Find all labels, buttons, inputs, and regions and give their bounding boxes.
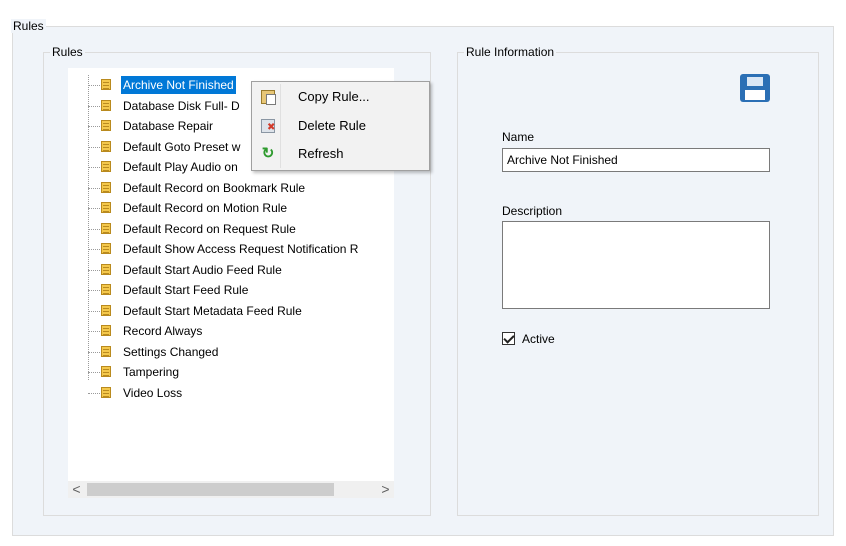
tree-item-label[interactable]: Database Disk Full- D — [121, 96, 242, 116]
tree-item-label[interactable]: Default Goto Preset w — [121, 137, 242, 157]
rule-icon — [101, 181, 111, 193]
rule-icon — [101, 325, 111, 336]
tree-item-label[interactable]: Default Record on Request Rule — [121, 219, 298, 239]
tree-connector — [88, 249, 100, 250]
tree-item-label[interactable]: Settings Changed — [121, 342, 220, 362]
context-menu-label: Refresh — [298, 146, 344, 161]
tree-connector — [88, 331, 100, 332]
rule-icon — [101, 161, 111, 172]
context-menu-refresh[interactable]: ↻ Refresh — [254, 140, 427, 168]
horizontal-scrollbar[interactable]: < > — [68, 481, 394, 498]
description-label: Description — [502, 204, 563, 218]
tree-item[interactable]: Default Start Audio Feed Rule — [68, 260, 394, 281]
active-checkbox[interactable] — [502, 332, 515, 345]
tree-connector — [88, 187, 100, 189]
copy-rule-icon — [261, 90, 276, 105]
rule-icon — [101, 345, 111, 357]
tree-item[interactable]: Default Record on Request Rule — [68, 219, 394, 240]
tree-item[interactable]: Settings Changed — [68, 342, 394, 363]
tree-item-label[interactable]: Video Loss — [121, 383, 184, 403]
rule-icon — [101, 99, 111, 111]
tree-connector — [88, 269, 100, 271]
rule-icon — [101, 222, 111, 234]
tree-connector — [88, 290, 100, 291]
active-label[interactable]: Active — [522, 331, 555, 347]
tree-item[interactable]: Default Record on Motion Rule — [68, 198, 394, 219]
rule-icon — [101, 304, 111, 316]
tree-item-label[interactable]: Default Record on Motion Rule — [121, 198, 289, 218]
rules-group-title: Rules — [50, 45, 85, 59]
tree-item-label[interactable]: Default Start Feed Rule — [121, 280, 250, 300]
tree-connector — [88, 228, 100, 230]
rule-information-title: Rule Information — [464, 45, 557, 59]
tree-item-label[interactable]: Archive Not Finished — [121, 76, 236, 94]
tree-item-label[interactable]: Default Play Audio on — [121, 157, 240, 177]
context-menu-label: Delete Rule — [298, 118, 366, 133]
tree-item-label[interactable]: Database Repair — [121, 116, 215, 136]
tree-connector — [88, 310, 100, 312]
tree-item[interactable]: Tampering — [68, 362, 394, 383]
rule-icon — [101, 284, 111, 295]
rule-icon — [101, 243, 111, 254]
tree-connector — [88, 351, 100, 353]
tree-connector — [88, 105, 100, 107]
context-menu: Copy Rule... Delete Rule ↻ Refresh — [251, 81, 430, 171]
tree-item[interactable]: Default Show Access Request Notification… — [68, 239, 394, 260]
name-input[interactable] — [502, 148, 770, 172]
delete-rule-icon — [261, 119, 275, 133]
scroll-right-arrow[interactable]: > — [377, 481, 394, 498]
tree-item[interactable]: Default Start Metadata Feed Rule — [68, 301, 394, 322]
tree-connector — [88, 85, 100, 86]
rule-icon — [101, 202, 111, 213]
rule-icon — [101, 366, 111, 377]
tree-item[interactable]: Default Start Feed Rule — [68, 280, 394, 301]
refresh-icon: ↻ — [261, 145, 275, 162]
tree-item[interactable]: Video Loss — [68, 383, 394, 404]
tree-item[interactable]: Record Always — [68, 321, 394, 342]
tree-connector — [88, 372, 100, 373]
context-menu-copy-rule[interactable]: Copy Rule... — [254, 83, 427, 111]
rule-icon — [101, 120, 111, 131]
tree-connector — [88, 146, 100, 148]
name-label: Name — [502, 130, 535, 144]
tree-item[interactable]: Default Record on Bookmark Rule — [68, 178, 394, 199]
tree-connector — [88, 126, 100, 127]
tree-item-label[interactable]: Default Start Metadata Feed Rule — [121, 301, 304, 321]
tree-item-label[interactable]: Default Start Audio Feed Rule — [121, 260, 284, 280]
context-menu-delete-rule[interactable]: Delete Rule — [254, 112, 427, 140]
rule-icon — [101, 140, 111, 152]
context-menu-label: Copy Rule... — [298, 89, 370, 104]
outer-group-title: Rules — [11, 19, 46, 33]
rule-icon — [101, 79, 111, 90]
tree-item-label[interactable]: Tampering — [121, 362, 181, 382]
tree-item-label[interactable]: Record Always — [121, 321, 204, 341]
rule-icon — [101, 386, 111, 398]
tree-connector — [88, 208, 100, 209]
scrollbar-thumb[interactable] — [87, 483, 334, 496]
description-input[interactable] — [502, 221, 770, 309]
scroll-left-arrow[interactable]: < — [68, 481, 85, 498]
rule-information-group: Rule Information Name Description Active — [457, 45, 819, 516]
tree-connector — [88, 167, 100, 168]
tree-item-label[interactable]: Default Show Access Request Notification… — [121, 239, 360, 259]
save-icon[interactable] — [740, 74, 770, 102]
tree-item-label[interactable]: Default Record on Bookmark Rule — [121, 178, 307, 198]
rule-icon — [101, 263, 111, 275]
tree-connector — [88, 392, 100, 394]
